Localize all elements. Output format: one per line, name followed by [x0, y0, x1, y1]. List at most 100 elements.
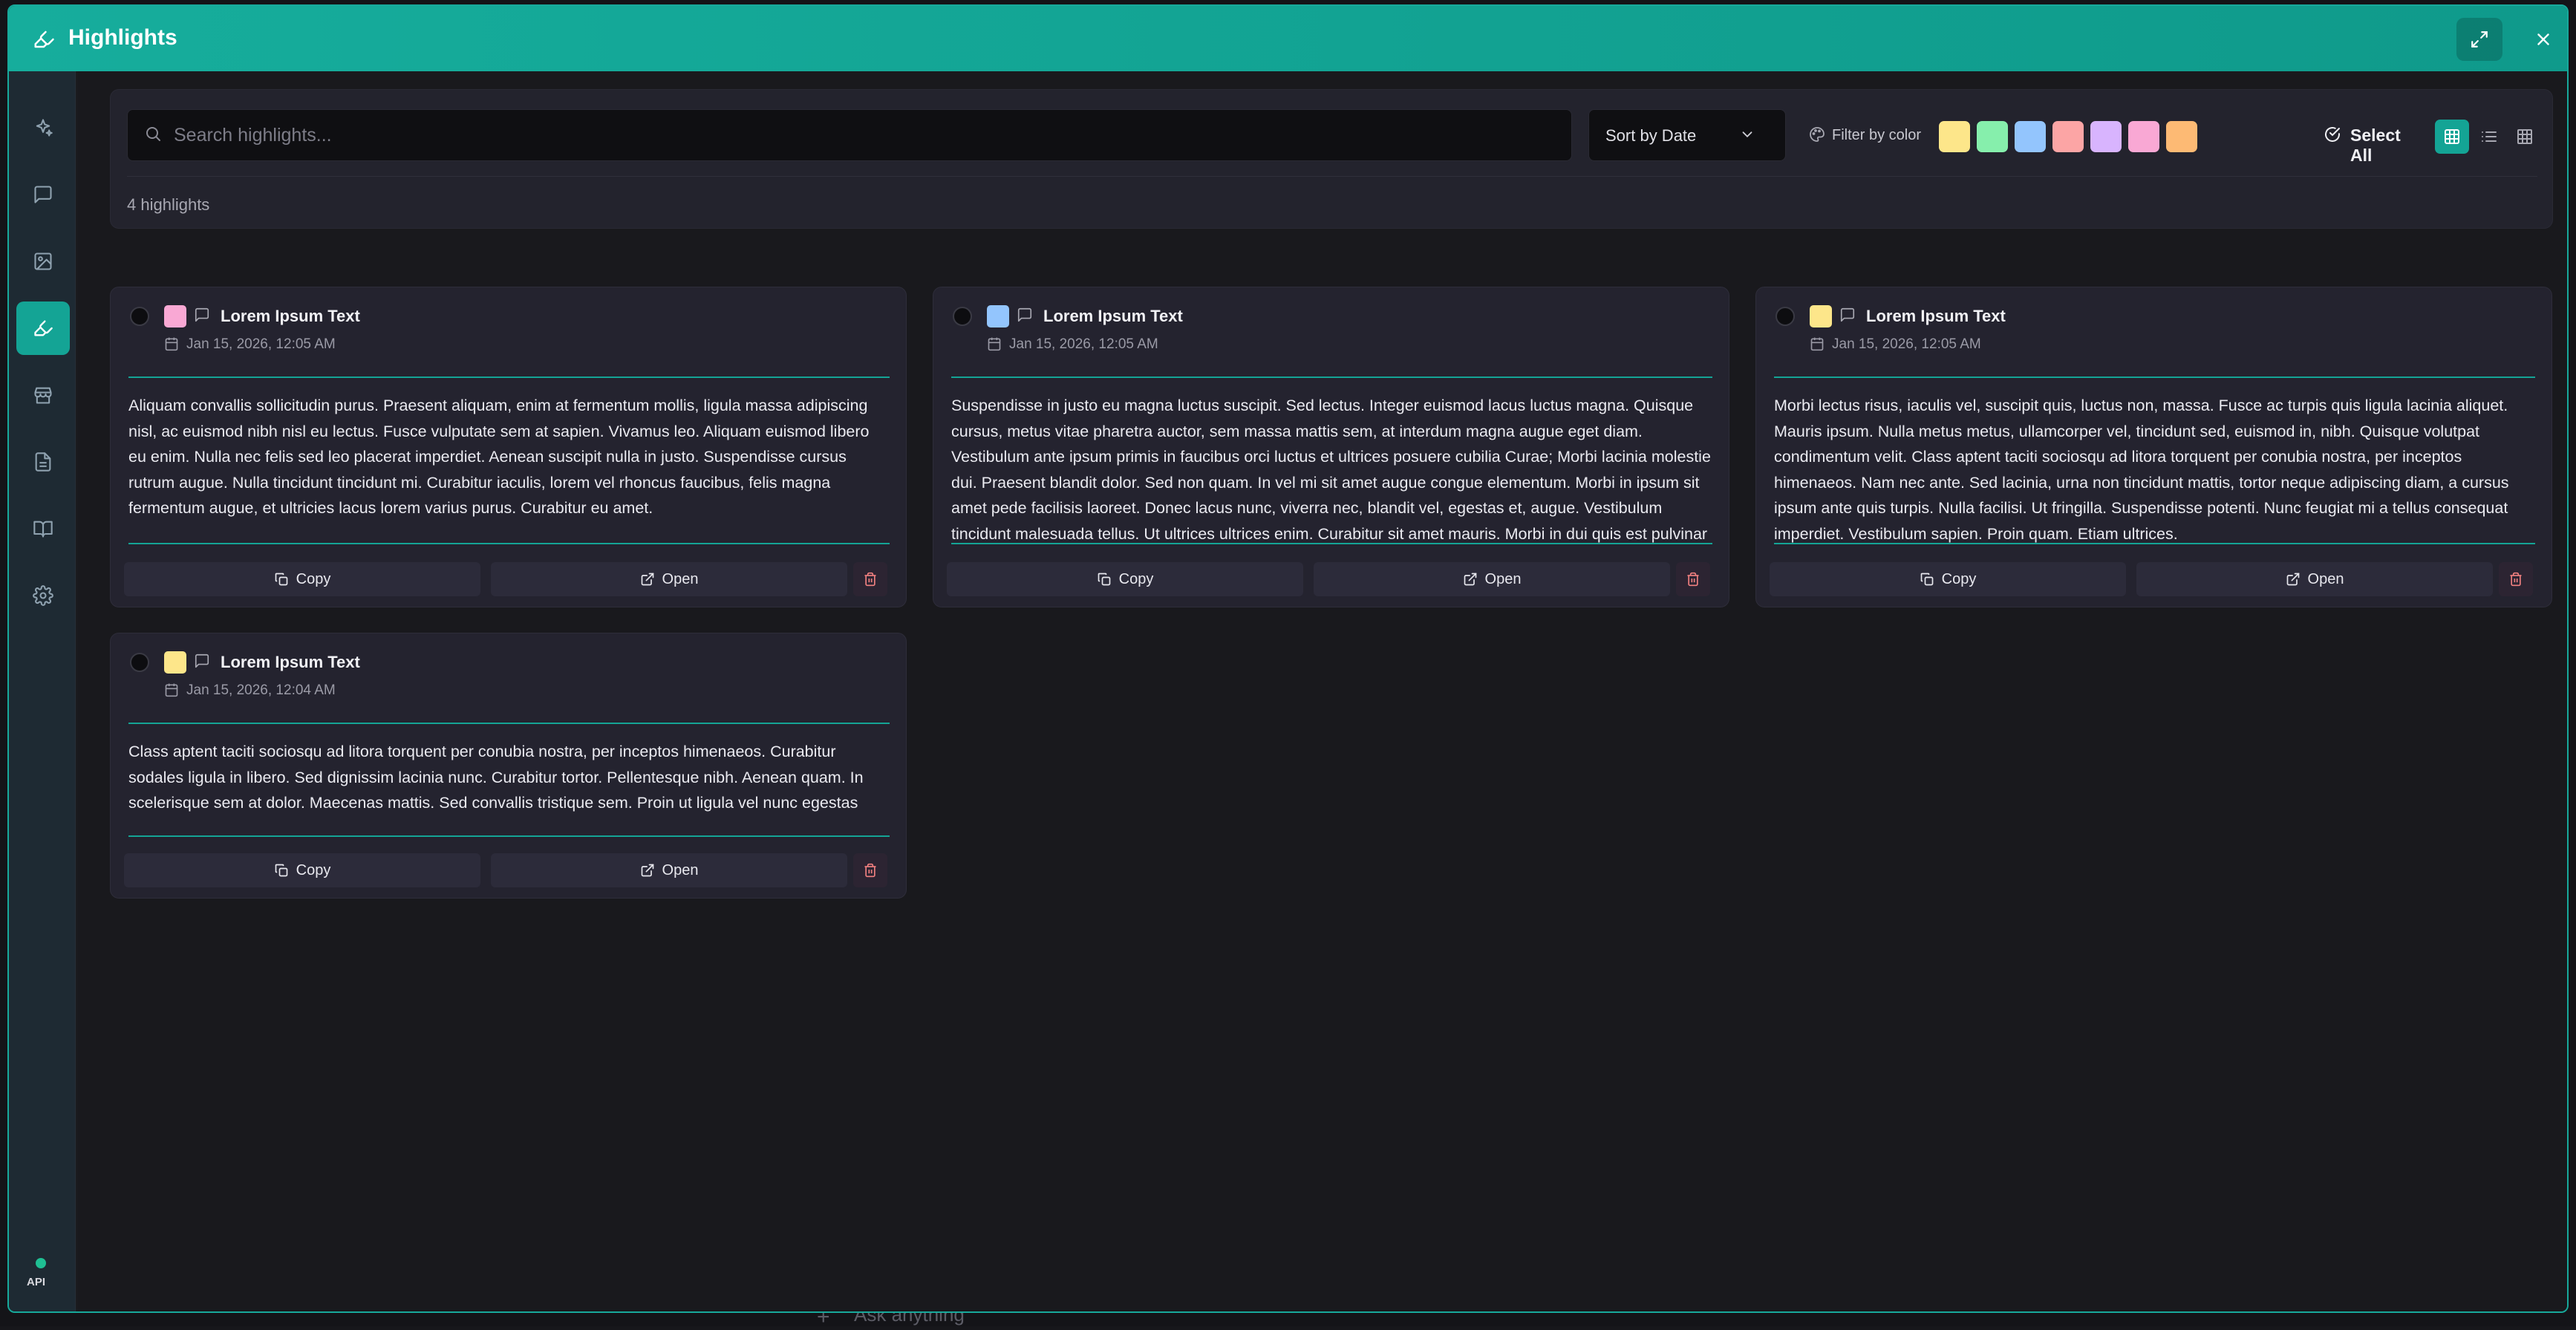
- calendar-icon: [164, 682, 180, 699]
- search-box: [127, 109, 1572, 161]
- card-body-text: Aliquam convallis sollicitudin purus. Pr…: [128, 397, 870, 517]
- copy-button[interactable]: Copy: [947, 562, 1303, 596]
- card-divider: [951, 376, 1712, 378]
- modal-titlebar: Highlights: [9, 6, 2567, 71]
- highlighter-icon: [34, 320, 53, 336]
- delete-button[interactable]: [1676, 562, 1710, 596]
- grid-view-button[interactable]: [2435, 120, 2469, 154]
- chat-icon: [34, 186, 52, 203]
- palette-icon: [1808, 125, 1827, 145]
- sidebar-item-library[interactable]: [16, 502, 70, 555]
- grid-icon: [2445, 129, 2459, 144]
- sidebar-item-store[interactable]: [16, 368, 70, 422]
- color-swatch-yellow[interactable]: [1939, 121, 1970, 152]
- card-color-swatch: [987, 305, 1009, 327]
- table-icon: [2517, 129, 2532, 144]
- api-status-dot: [36, 1258, 46, 1268]
- trash-icon: [1687, 572, 1699, 587]
- color-swatch-blue[interactable]: [2015, 121, 2046, 152]
- card-divider: [1774, 376, 2535, 378]
- sidebar-item-images[interactable]: [16, 235, 70, 288]
- color-swatch-pink[interactable]: [2128, 121, 2159, 152]
- open-button[interactable]: Open: [2136, 562, 2493, 596]
- select-all-label: Select All: [2350, 125, 2401, 165]
- calendar-icon: [1810, 336, 1826, 353]
- card-select-checkbox[interactable]: [953, 307, 972, 326]
- open-button[interactable]: Open: [1314, 562, 1670, 596]
- open-label: Open: [1484, 570, 1522, 587]
- note-icon: [1839, 307, 1859, 326]
- open-button[interactable]: Open: [491, 853, 847, 887]
- card-divider: [1774, 543, 2535, 544]
- copy-icon: [1920, 573, 1933, 586]
- open-label: Open: [662, 861, 699, 878]
- card-date: Jan 15, 2026, 12:04 AM: [186, 682, 336, 698]
- highlight-card: Lorem Ipsum Text Jan 15, 2026, 12:05 AM …: [110, 287, 907, 607]
- copy-button[interactable]: Copy: [124, 853, 480, 887]
- delete-button[interactable]: [2499, 562, 2533, 596]
- open-button[interactable]: Open: [491, 562, 847, 596]
- store-icon: [34, 387, 52, 404]
- card-select-checkbox[interactable]: [1776, 307, 1795, 326]
- close-icon: [2537, 33, 2549, 45]
- sidebar-item-ai[interactable]: [16, 101, 70, 154]
- list-view-button[interactable]: [2472, 120, 2506, 154]
- copy-icon: [275, 864, 287, 877]
- copy-label: Copy: [1941, 570, 1977, 587]
- table-view-button[interactable]: [2508, 120, 2542, 154]
- card-date: Jan 15, 2026, 12:05 AM: [186, 336, 336, 352]
- filter-by-color: Filter by color: [1801, 109, 1924, 161]
- document-icon: [35, 452, 51, 472]
- external-link-icon: [641, 864, 653, 877]
- copy-button[interactable]: Copy: [124, 562, 480, 596]
- color-swatch-green[interactable]: [1977, 121, 2008, 152]
- calendar-icon: [987, 336, 1003, 353]
- color-swatch-orange[interactable]: [2166, 121, 2197, 152]
- card-color-swatch: [1810, 305, 1832, 327]
- sidebar-item-settings[interactable]: [16, 569, 70, 622]
- highlight-card: Lorem Ipsum Text Jan 15, 2026, 12:04 AM …: [110, 633, 907, 899]
- card-date: Jan 15, 2026, 12:05 AM: [1009, 336, 1158, 352]
- open-label: Open: [2307, 570, 2344, 587]
- sparkles-icon: [36, 119, 53, 137]
- card-select-checkbox[interactable]: [130, 653, 149, 672]
- sort-select[interactable]: Sort by Date: [1588, 109, 1786, 161]
- expand-button[interactable]: [2456, 18, 2502, 61]
- expand-icon: [2471, 31, 2488, 48]
- delete-button[interactable]: [853, 853, 887, 887]
- card-select-checkbox[interactable]: [130, 307, 149, 326]
- trash-icon: [864, 572, 876, 587]
- note-icon: [194, 653, 213, 672]
- search-input[interactable]: [174, 110, 1555, 160]
- highlight-count: 4 highlights: [127, 195, 210, 214]
- card-color-swatch: [164, 651, 186, 674]
- search-icon: [144, 125, 165, 146]
- highlight-card: Lorem Ipsum Text Jan 15, 2026, 12:05 AM …: [933, 287, 1729, 607]
- card-date: Jan 15, 2026, 12:05 AM: [1832, 336, 1981, 352]
- filter-toolbar: Sort by Date Filter by color: [110, 89, 2553, 229]
- card-body-text: Morbi lectus risus, iaculis vel, suscipi…: [1774, 397, 2509, 543]
- card-color-swatch: [164, 305, 186, 327]
- sidebar-item-documents[interactable]: [16, 435, 70, 489]
- highlights-content: Sort by Date Filter by color: [77, 71, 2567, 1311]
- copy-button[interactable]: Copy: [1770, 562, 2126, 596]
- card-title: Lorem Ipsum Text: [221, 307, 360, 325]
- color-swatch-purple[interactable]: [2090, 121, 2122, 152]
- card-divider: [128, 835, 890, 837]
- copy-label: Copy: [296, 861, 331, 878]
- check-circle-icon: [2324, 125, 2343, 145]
- card-body-text: Class aptent taciti sociosqu ad litora t…: [128, 743, 864, 821]
- copy-label: Copy: [1118, 570, 1154, 587]
- sidebar-item-chat[interactable]: [16, 168, 70, 221]
- delete-button[interactable]: [853, 562, 887, 596]
- open-label: Open: [662, 570, 699, 587]
- list-icon: [2482, 131, 2497, 142]
- close-button[interactable]: [2522, 18, 2565, 61]
- toolbar-divider: [127, 176, 2537, 177]
- highlighter-icon: [33, 28, 55, 50]
- card-divider: [128, 723, 890, 724]
- sidebar-item-highlights[interactable]: [16, 301, 70, 355]
- select-all-button[interactable]: Select All: [2313, 109, 2425, 165]
- highlights-modal: Highlights API Search highlights... Sort…: [7, 4, 2569, 1313]
- color-swatch-red[interactable]: [2052, 121, 2084, 152]
